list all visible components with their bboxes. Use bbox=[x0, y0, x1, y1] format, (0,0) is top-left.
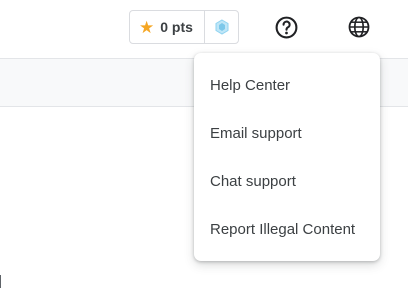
gem-button[interactable] bbox=[205, 11, 238, 43]
text-cursor bbox=[0, 275, 1, 288]
menu-item-report-illegal-content[interactable]: Report Illegal Content bbox=[194, 205, 380, 253]
menu-item-help-center[interactable]: Help Center bbox=[194, 61, 380, 109]
help-circle-icon bbox=[275, 16, 298, 39]
star-icon: ★ bbox=[139, 17, 155, 37]
menu-item-email-support[interactable]: Email support bbox=[194, 109, 380, 157]
language-button[interactable] bbox=[347, 15, 371, 39]
points-button[interactable]: ★ 0 pts bbox=[130, 11, 205, 43]
help-button[interactable] bbox=[274, 15, 299, 40]
menu-item-chat-support[interactable]: Chat support bbox=[194, 157, 380, 205]
gem-icon bbox=[215, 19, 228, 35]
globe-icon bbox=[348, 16, 370, 38]
points-label: 0 pts bbox=[160, 19, 193, 35]
help-menu: Help Center Email support Chat support R… bbox=[194, 53, 380, 261]
points-widget[interactable]: ★ 0 pts bbox=[129, 10, 239, 44]
